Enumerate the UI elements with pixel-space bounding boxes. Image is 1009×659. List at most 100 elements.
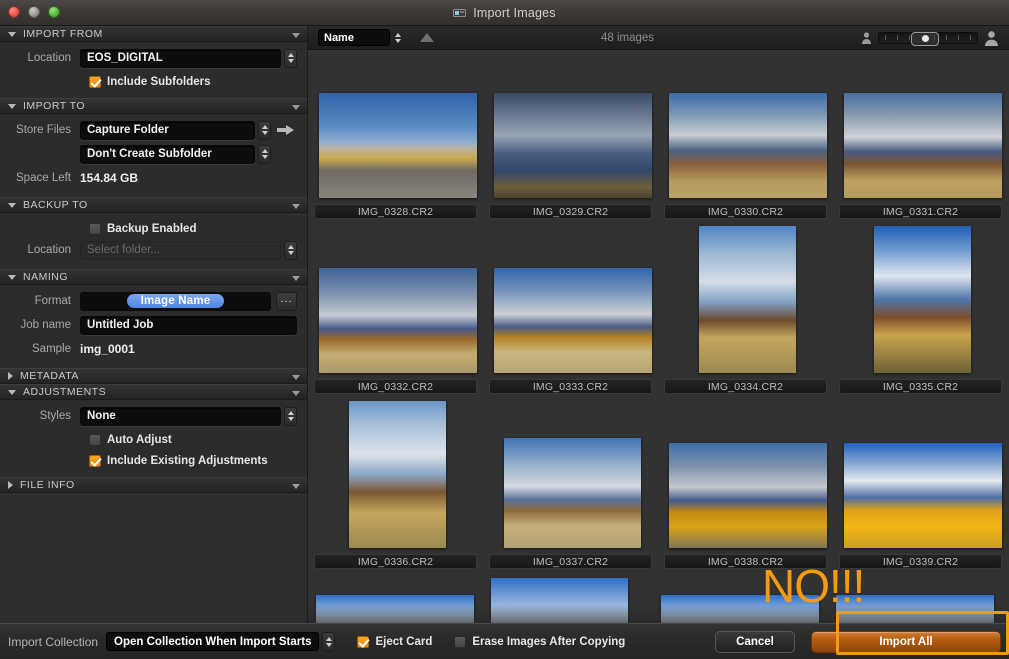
include-subfolders-checkbox[interactable] (89, 75, 101, 88)
auto-adjust-row[interactable]: Auto Adjust (6, 429, 297, 450)
erase-images-row[interactable]: Erase Images After Copying (454, 635, 625, 648)
disclosure-triangle-icon[interactable] (8, 202, 16, 208)
thumbnail-image[interactable] (844, 93, 1002, 198)
import-all-button[interactable]: Import All (811, 630, 1001, 653)
import-collection-label: Import Collection (8, 634, 99, 649)
reveal-folder-button[interactable] (275, 124, 297, 136)
chevron-down-icon[interactable] (292, 391, 300, 396)
section-header-backup-to[interactable]: BACKUP TO (0, 197, 307, 213)
section-label: ADJUSTMENTS (23, 386, 107, 398)
section-header-file-info[interactable]: FILE INFO (0, 477, 307, 493)
thumbnail-caption[interactable]: IMG_0330.CR2 (664, 204, 827, 219)
backup-enabled-row[interactable]: Backup Enabled (6, 218, 297, 239)
bottom-action-bar: Import Collection Open Collection When I… (0, 623, 1009, 659)
include-existing-adjustments-row[interactable]: Include Existing Adjustments (6, 450, 297, 471)
section-header-import-to[interactable]: IMPORT TO (0, 98, 307, 114)
disclosure-triangle-icon[interactable] (8, 274, 16, 280)
backup-location-stepper[interactable] (284, 240, 297, 260)
cancel-button[interactable]: Cancel (715, 630, 795, 653)
thumbnail-image[interactable] (699, 226, 796, 373)
subfolder-select[interactable]: Don't Create Subfolder (80, 144, 255, 164)
subfolder-stepper[interactable] (258, 144, 271, 164)
erase-images-checkbox[interactable] (454, 635, 467, 648)
slider-tick (945, 35, 947, 40)
eject-card-checkbox[interactable] (357, 635, 370, 648)
thumbnail-image[interactable] (669, 443, 827, 548)
thumbnail-image-partial[interactable] (491, 578, 628, 623)
thumbnail-caption[interactable]: IMG_0334.CR2 (664, 379, 827, 394)
thumbnail-caption[interactable]: IMG_0332.CR2 (314, 379, 477, 394)
thumbnail-caption[interactable]: IMG_0333.CR2 (489, 379, 652, 394)
backup-location-label: Location (27, 244, 71, 256)
thumbnail-size-slider[interactable] (878, 31, 978, 46)
thumbnail-caption[interactable]: IMG_0331.CR2 (839, 204, 1002, 219)
thumbnail-caption[interactable]: IMG_0336.CR2 (314, 554, 477, 569)
section-body-backup-to: Backup Enabled Location Select folder... (0, 213, 307, 269)
section-label: BACKUP TO (23, 199, 88, 211)
camera-card-icon (453, 9, 467, 17)
thumbnail-image[interactable] (844, 443, 1002, 548)
disclosure-triangle-icon[interactable] (8, 389, 16, 395)
store-files-select[interactable]: Capture Folder (80, 120, 255, 140)
thumbnail-image[interactable] (319, 268, 477, 373)
thumbnail-image-partial[interactable] (316, 595, 474, 623)
eject-card-row[interactable]: Eject Card (357, 635, 432, 648)
backup-location-row: Location Select folder... (6, 239, 297, 261)
thumbnail-image[interactable] (349, 401, 446, 548)
thumbnail-caption[interactable]: IMG_0337.CR2 (489, 554, 652, 569)
backup-location-select[interactable]: Select folder... (80, 240, 281, 260)
window-title: Import Images (0, 0, 1009, 26)
space-left-label: Space Left (16, 172, 71, 184)
sample-value: img_0001 (80, 342, 135, 356)
disclosure-triangle-icon[interactable] (8, 481, 13, 489)
chevron-down-icon[interactable] (292, 105, 300, 110)
person-large-icon (985, 30, 998, 46)
import-collection-select[interactable]: Open Collection When Import Starts (106, 632, 320, 651)
thumbnail-caption[interactable]: IMG_0328.CR2 (314, 204, 477, 219)
sample-row: Sample img_0001 (6, 338, 297, 360)
disclosure-triangle-icon[interactable] (8, 31, 16, 37)
import-collection-stepper[interactable] (322, 632, 336, 651)
chevron-down-icon[interactable] (292, 276, 300, 281)
thumbnail-image[interactable] (494, 268, 652, 373)
location-stepper[interactable] (284, 48, 297, 68)
format-field[interactable]: Image Name (80, 291, 271, 311)
chevron-down-icon[interactable] (292, 204, 300, 209)
window-title-bar: Import Images (0, 0, 1009, 26)
location-select[interactable]: EOS_DIGITAL (80, 48, 281, 68)
thumbnail-image[interactable] (669, 93, 827, 198)
section-header-adjustments[interactable]: ADJUSTMENTS (0, 384, 307, 400)
job-name-input[interactable]: Untitled Job (80, 315, 297, 335)
styles-select[interactable]: None (80, 406, 281, 426)
thumbnail-caption[interactable]: IMG_0329.CR2 (489, 204, 652, 219)
slider-knob[interactable] (911, 31, 939, 46)
thumbnail-browser[interactable]: IMG_0328.CR2 IMG_0329.CR2 IMG_0330.CR2 IMG_… (308, 50, 1009, 623)
section-header-import-from[interactable]: IMPORT FROM (0, 26, 307, 42)
store-files-row: Store Files Capture Folder (6, 119, 297, 141)
thumbnail-image[interactable] (504, 438, 641, 548)
chevron-down-icon[interactable] (292, 375, 300, 380)
styles-stepper[interactable] (284, 406, 297, 426)
format-options-button[interactable]: ... (276, 291, 297, 311)
include-existing-adjustments-checkbox[interactable] (89, 454, 101, 467)
section-header-metadata[interactable]: METADATA (0, 368, 307, 384)
disclosure-triangle-icon[interactable] (8, 103, 16, 109)
include-subfolders-label: Include Subfolders (107, 75, 211, 88)
chevron-down-icon[interactable] (292, 484, 300, 489)
thumbnail-caption[interactable]: IMG_0335.CR2 (839, 379, 1002, 394)
chevron-down-icon[interactable] (292, 33, 300, 38)
thumbnail-image[interactable] (874, 226, 971, 373)
backup-enabled-checkbox[interactable] (89, 222, 101, 235)
store-files-stepper[interactable] (258, 120, 271, 140)
job-name-label: Job name (20, 319, 71, 331)
thumbnail-image[interactable] (494, 93, 652, 198)
include-subfolders-row[interactable]: Include Subfolders (6, 71, 297, 92)
auto-adjust-checkbox[interactable] (89, 433, 101, 446)
import-images-window: Import Images IMPORT FROM Location EOS_D… (0, 0, 1009, 659)
import-settings-sidebar: IMPORT FROM Location EOS_DIGITAL Include… (0, 26, 308, 623)
format-token[interactable]: Image Name (126, 294, 225, 308)
section-header-naming[interactable]: NAMING (0, 269, 307, 285)
disclosure-triangle-icon[interactable] (8, 372, 13, 380)
sort-select[interactable]: Name (318, 29, 390, 46)
thumbnail-image[interactable] (319, 93, 477, 198)
